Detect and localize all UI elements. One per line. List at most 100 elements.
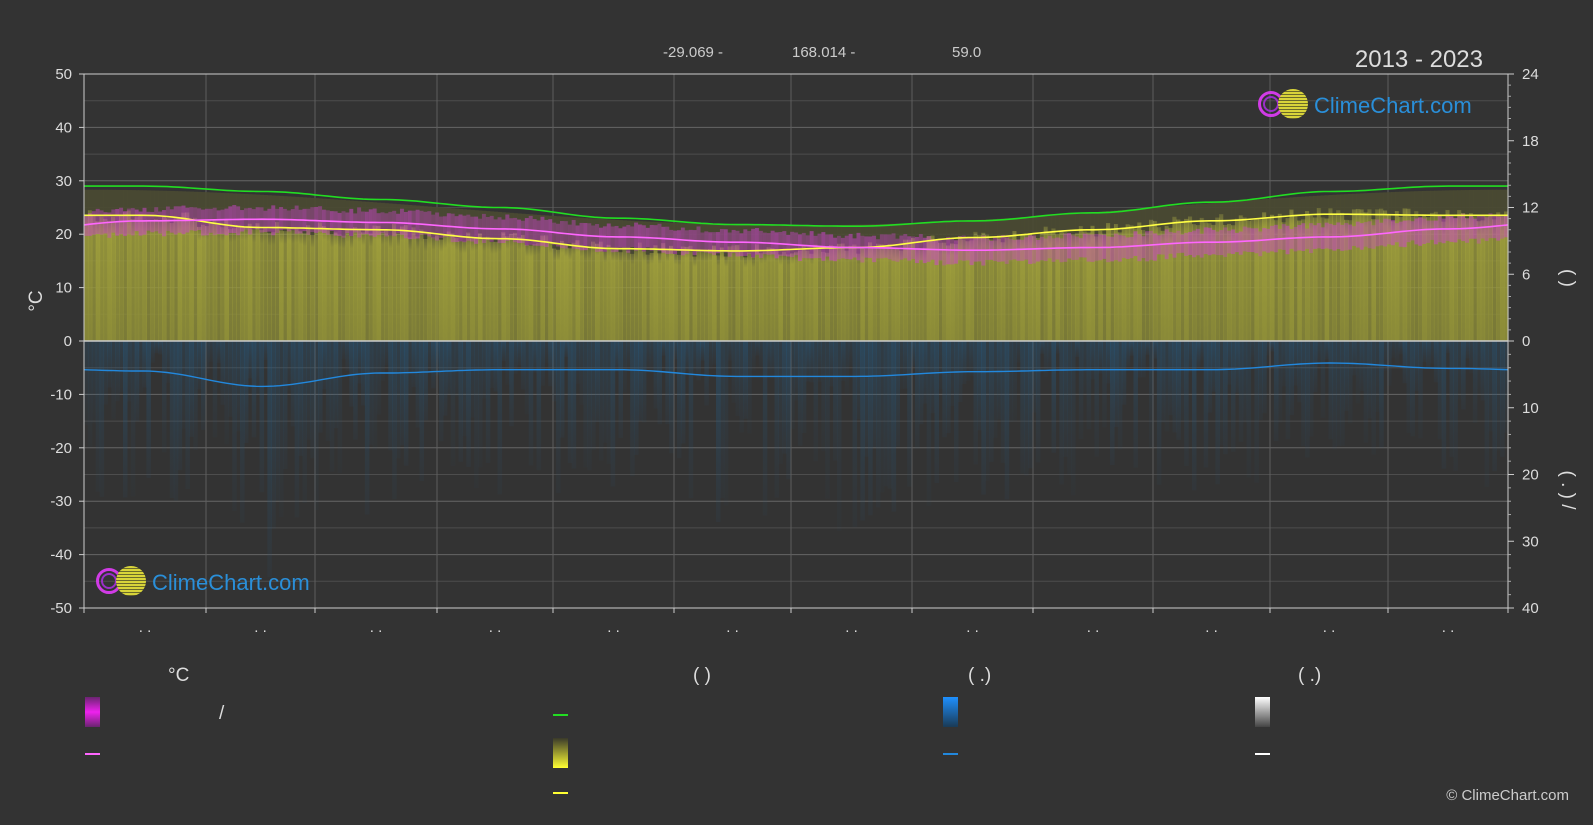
rain-bar <box>571 341 577 469</box>
temp-range-bar <box>1043 238 1049 262</box>
sunshine-bar <box>665 250 670 341</box>
rain-bar <box>598 341 604 461</box>
rain-bar <box>364 341 370 515</box>
daylight-bar <box>1336 194 1341 211</box>
rain-bar <box>1184 341 1189 466</box>
rain-bar <box>1191 341 1197 491</box>
latitude-text: -29.069 - <box>663 44 724 61</box>
rain-bar <box>567 341 573 463</box>
rain-bar <box>548 341 553 387</box>
rain-bar <box>661 341 666 356</box>
temp-range-bar <box>1375 219 1380 247</box>
temp-range-bar <box>653 225 659 248</box>
rain-bar <box>177 341 183 471</box>
temp-range-bar <box>95 208 101 235</box>
rain-bar <box>485 341 491 463</box>
rain-bar <box>1000 341 1006 463</box>
rain-bar <box>1422 341 1427 362</box>
rain-bar <box>778 341 783 464</box>
daylight-bar <box>1351 193 1357 210</box>
sunshine-bar <box>684 246 690 341</box>
daylight-bar <box>1234 201 1240 219</box>
daylight-bar <box>1465 190 1470 218</box>
rain-bar <box>442 341 448 416</box>
rain-bar <box>1445 341 1451 354</box>
temp-range-bar <box>875 239 881 259</box>
sunshine-bar <box>669 245 674 341</box>
sunshine-bar <box>411 227 417 341</box>
rain-bar <box>1390 341 1396 359</box>
rain-bar <box>606 341 612 465</box>
temp-range-bar <box>1426 220 1431 243</box>
sunshine-bar <box>778 254 783 341</box>
temp-range-bar <box>1441 218 1447 244</box>
daylight-bar <box>1344 194 1349 220</box>
sunshine-bar <box>403 225 409 341</box>
sunshine-bar <box>723 256 729 341</box>
sunshine-bar <box>653 245 659 341</box>
rain-bar <box>637 341 643 421</box>
rain-bar <box>1137 341 1142 378</box>
daylight-bar <box>1047 215 1053 233</box>
temp-range-bar <box>587 223 592 246</box>
sunshine-bar <box>481 238 487 341</box>
rain-bar <box>1402 341 1408 384</box>
rain-bar <box>918 341 924 425</box>
rain-bar <box>762 341 768 516</box>
rain-bar <box>1086 341 1092 430</box>
rain-bar <box>692 341 698 377</box>
sunshine-bar <box>400 226 405 341</box>
daylight-bar <box>1433 190 1439 212</box>
rain-bar <box>583 341 588 468</box>
rain-bar <box>938 341 943 390</box>
brand-logo-bottom[interactable]: ClimeChart.com <box>96 566 310 600</box>
sunshine-bar <box>353 227 358 341</box>
sunshine-bar <box>680 246 686 341</box>
temp-range-bar <box>1433 220 1439 245</box>
sunshine-bar <box>575 240 581 341</box>
brand-logo-top[interactable]: ClimeChart.com <box>1258 89 1472 123</box>
rain-bar <box>969 341 975 376</box>
temp-range-bar <box>1309 223 1314 254</box>
rain-bar <box>833 341 838 461</box>
temp-range-bar <box>1110 236 1115 262</box>
sunshine-bar <box>559 240 565 341</box>
sunshine-bar <box>446 231 452 341</box>
rain-bar <box>634 341 639 455</box>
daylight-bar <box>1024 217 1029 234</box>
sunshine-bar <box>271 232 276 341</box>
rain-bar <box>146 341 151 478</box>
sunshine-bar <box>423 238 428 341</box>
sunshine-bar <box>540 235 545 341</box>
rain-bar <box>415 341 421 428</box>
temp-range-bar <box>1051 238 1057 262</box>
left-tick-label: 40 <box>55 119 72 136</box>
rain-bar <box>1476 341 1482 395</box>
sunshine-bar <box>879 244 885 341</box>
temp-range-bar <box>895 238 900 262</box>
daylight-bar <box>1063 214 1068 233</box>
rain-bar <box>204 341 210 373</box>
temp-range-bar <box>1145 230 1150 262</box>
sunshine-bar <box>817 247 822 341</box>
sunshine-bar <box>505 236 510 341</box>
legend-title-snow: ( .) <box>1298 665 1322 686</box>
temp-range-bar <box>247 207 253 235</box>
temp-range-bar <box>224 208 229 236</box>
sunshine-bar <box>583 247 588 341</box>
daylight-bar <box>1445 190 1451 210</box>
rain-bar <box>731 341 737 403</box>
temp-range-bar <box>392 210 397 237</box>
rain-bar <box>1281 341 1287 387</box>
rain-bar <box>805 341 811 382</box>
daylight-bar <box>1484 189 1490 217</box>
temp-range-bar <box>341 211 346 238</box>
sunshine-bar <box>739 251 744 341</box>
daylight-bar <box>1110 210 1115 229</box>
rain-bar <box>797 341 803 446</box>
rain-bar <box>977 341 982 431</box>
temp-range-bar <box>403 211 409 239</box>
rain-bar <box>981 341 986 495</box>
temp-range-bar <box>731 229 737 253</box>
rain-bar <box>653 341 659 409</box>
